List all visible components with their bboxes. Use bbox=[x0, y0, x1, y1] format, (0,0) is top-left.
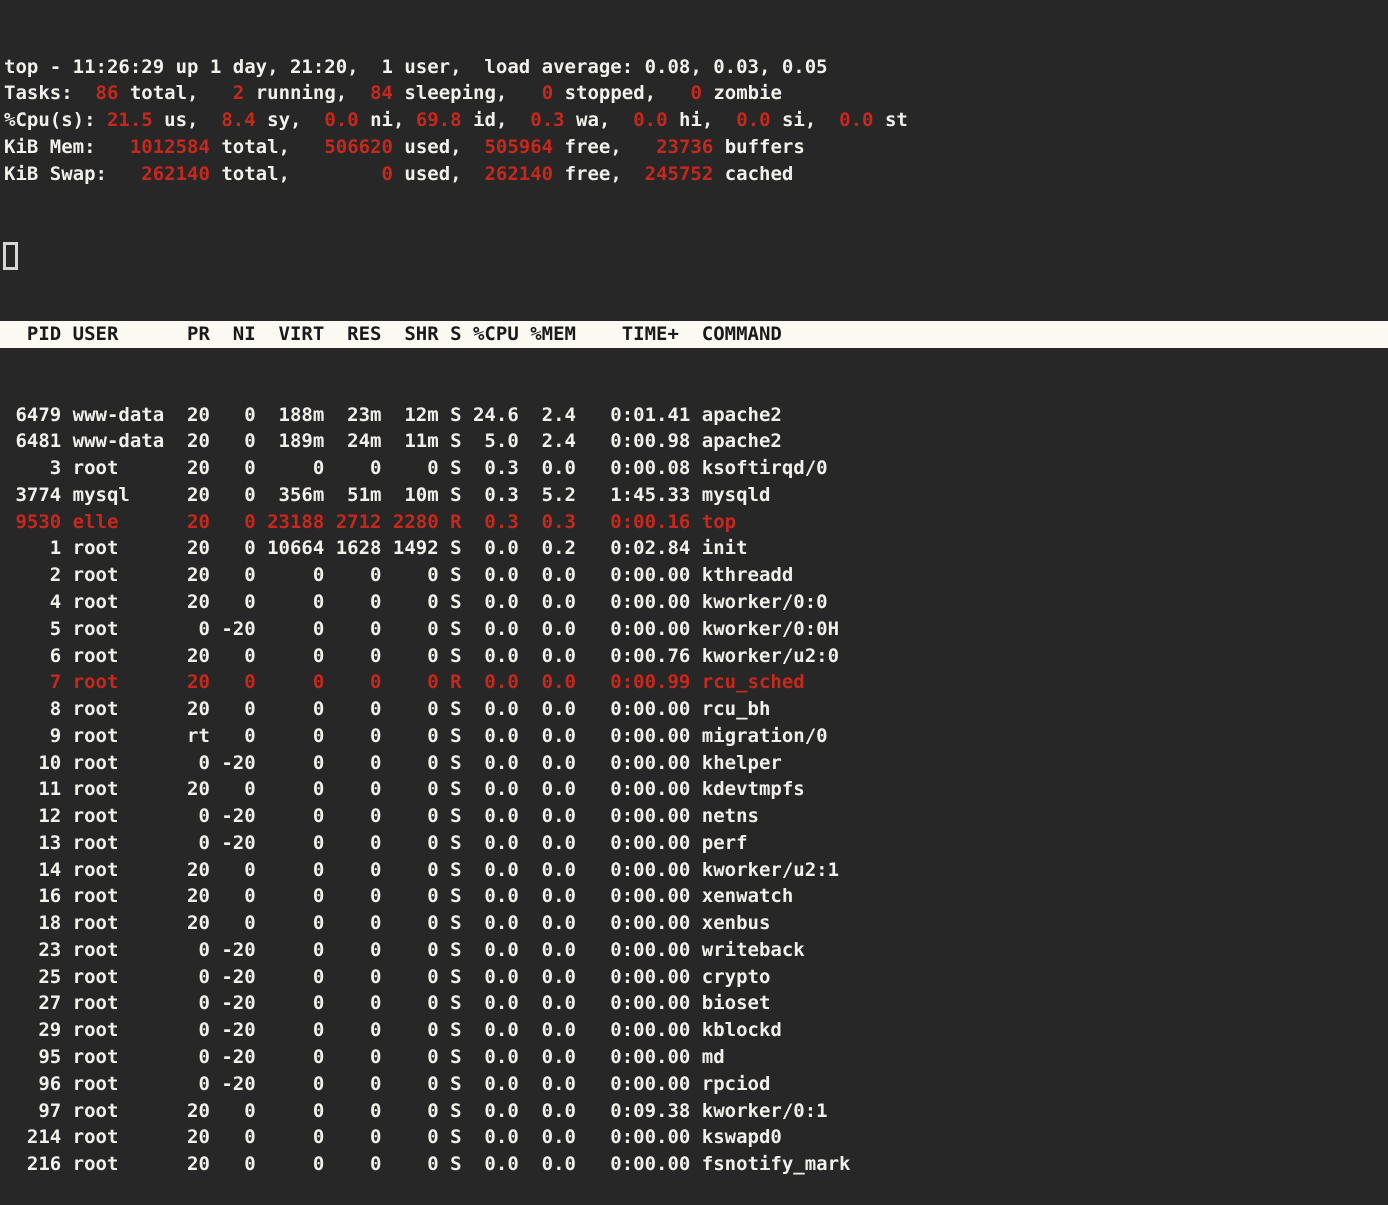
process-row-apache2: 6479 www-data 20 0 188m 23m 12m S 24.6 2… bbox=[0, 402, 1388, 429]
mem-line-segment: total, bbox=[210, 136, 324, 158]
cpu-line-segment: 8.4 bbox=[221, 109, 255, 131]
uptime-line-segment: top - 11:26:29 up 1 day, 21:20, 1 user, … bbox=[4, 56, 828, 78]
table-header-row: PID USER PR NI VIRT RES SHR S %CPU %MEM … bbox=[0, 321, 1388, 348]
cpu-line-segment: 21.5 bbox=[107, 109, 153, 131]
process-row-kthreadd: 2 root 20 0 0 0 0 S 0.0 0.0 0:00.00 kthr… bbox=[0, 562, 1388, 589]
process-row-xenbus: 18 root 20 0 0 0 0 S 0.0 0.0 0:00.00 xen… bbox=[0, 910, 1388, 937]
terminal-screen[interactable]: top - 11:26:29 up 1 day, 21:20, 1 user, … bbox=[0, 0, 1388, 964]
tasks-line-segment: zombie bbox=[702, 82, 782, 104]
cpu-line-segment: id, bbox=[462, 109, 531, 131]
cpu-line-segment: si, bbox=[771, 109, 840, 131]
process-row-fsnotify_mark: 216 root 20 0 0 0 0 S 0.0 0.0 0:00.00 fs… bbox=[0, 1151, 1388, 1178]
swap-line-segment: free, bbox=[553, 163, 645, 185]
cpu-line-segment: hi, bbox=[668, 109, 737, 131]
tasks-line-segment: 0 bbox=[690, 82, 701, 104]
tasks-line-segment: Tasks: bbox=[4, 82, 96, 104]
process-row-mysqld: 3774 mysql 20 0 356m 51m 10m S 0.3 5.2 1… bbox=[0, 482, 1388, 509]
process-row-netns: 12 root 0 -20 0 0 0 S 0.0 0.0 0:00.00 ne… bbox=[0, 803, 1388, 830]
process-row-kblockd: 29 root 0 -20 0 0 0 S 0.0 0.0 0:00.00 kb… bbox=[0, 1017, 1388, 1044]
mem-line: KiB Mem: 1012584 total, 506620 used, 505… bbox=[0, 134, 1388, 161]
process-row-xenwatch: 16 root 20 0 0 0 0 S 0.0 0.0 0:00.00 xen… bbox=[0, 883, 1388, 910]
process-row-bioset: 27 root 0 -20 0 0 0 S 0.0 0.0 0:00.00 bi… bbox=[0, 990, 1388, 1017]
swap-line-segment: total, bbox=[210, 163, 382, 185]
mem-line-segment: free, bbox=[553, 136, 656, 158]
cpu-line-segment: wa, bbox=[565, 109, 634, 131]
process-row-crypto: 25 root 0 -20 0 0 0 S 0.0 0.0 0:00.00 cr… bbox=[0, 964, 1388, 991]
cpu-line-segment: 0.0 bbox=[324, 109, 358, 131]
tasks-line-segment: total, bbox=[118, 82, 232, 104]
process-row-kswapd0: 214 root 20 0 0 0 0 S 0.0 0.0 0:00.00 ks… bbox=[0, 1124, 1388, 1151]
tasks-line: Tasks: 86 total, 2 running, 84 sleeping,… bbox=[0, 80, 1388, 107]
tasks-line-segment: 2 bbox=[233, 82, 244, 104]
cpu-line-segment: 0.0 bbox=[736, 109, 770, 131]
process-row-kworker/u2:0: 6 root 20 0 0 0 0 S 0.0 0.0 0:00.76 kwor… bbox=[0, 643, 1388, 670]
cpu-line-segment: st bbox=[874, 109, 908, 131]
mem-line-segment: used, bbox=[393, 136, 485, 158]
swap-line: KiB Swap: 262140 total, 0 used, 262140 f… bbox=[0, 161, 1388, 188]
swap-line-segment: cached bbox=[713, 163, 793, 185]
process-row-apache2: 6481 www-data 20 0 189m 24m 11m S 5.0 2.… bbox=[0, 428, 1388, 455]
mem-line-segment: 23736 bbox=[656, 136, 713, 158]
cpu-line-segment: sy, bbox=[256, 109, 325, 131]
tasks-line-segment: 86 bbox=[96, 82, 119, 104]
swap-line-segment: 262140 bbox=[484, 163, 553, 185]
mem-line-segment: 506620 bbox=[324, 136, 393, 158]
cpu-line: %Cpu(s): 21.5 us, 8.4 sy, 0.0 ni, 69.8 i… bbox=[0, 107, 1388, 134]
cpu-line-segment: 69.8 bbox=[416, 109, 462, 131]
process-row-kworker/u2:1: 14 root 20 0 0 0 0 S 0.0 0.0 0:00.00 kwo… bbox=[0, 857, 1388, 884]
process-row-ksoftirqd/0: 3 root 20 0 0 0 0 S 0.3 0.0 0:00.08 ksof… bbox=[0, 455, 1388, 482]
cursor-line bbox=[0, 241, 1388, 268]
mem-line-segment: 505964 bbox=[484, 136, 553, 158]
tasks-line-segment: stopped, bbox=[553, 82, 690, 104]
mem-line-segment: 1012584 bbox=[130, 136, 210, 158]
cpu-line-segment: ni, bbox=[359, 109, 416, 131]
tasks-line-segment: sleeping, bbox=[393, 82, 542, 104]
process-row-kworker/0:0H: 5 root 0 -20 0 0 0 S 0.0 0.0 0:00.00 kwo… bbox=[0, 616, 1388, 643]
process-row-migration/0: 9 root rt 0 0 0 0 S 0.0 0.0 0:00.00 migr… bbox=[0, 723, 1388, 750]
swap-line-segment: 245752 bbox=[645, 163, 714, 185]
swap-line-segment: 262140 bbox=[141, 163, 210, 185]
top-summary: top - 11:26:29 up 1 day, 21:20, 1 user, … bbox=[0, 54, 1388, 188]
uptime-line: top - 11:26:29 up 1 day, 21:20, 1 user, … bbox=[0, 54, 1388, 81]
process-row-rpciod: 96 root 0 -20 0 0 0 S 0.0 0.0 0:00.00 rp… bbox=[0, 1071, 1388, 1098]
cpu-line-segment: us, bbox=[153, 109, 222, 131]
process-row-khelper: 10 root 0 -20 0 0 0 S 0.0 0.0 0:00.00 kh… bbox=[0, 750, 1388, 777]
process-row-perf: 13 root 0 -20 0 0 0 S 0.0 0.0 0:00.00 pe… bbox=[0, 830, 1388, 857]
tasks-line-segment: running, bbox=[244, 82, 370, 104]
process-row-kworker/0:0: 4 root 20 0 0 0 0 S 0.0 0.0 0:00.00 kwor… bbox=[0, 589, 1388, 616]
process-row-md: 95 root 0 -20 0 0 0 S 0.0 0.0 0:00.00 md bbox=[0, 1044, 1388, 1071]
mem-line-segment: KiB Mem: bbox=[4, 136, 130, 158]
swap-line-segment: 0 bbox=[382, 163, 393, 185]
cpu-line-segment: 0.3 bbox=[530, 109, 564, 131]
process-row-kworker/0:1: 97 root 20 0 0 0 0 S 0.0 0.0 0:09.38 kwo… bbox=[0, 1098, 1388, 1125]
process-row-kdevtmpfs: 11 root 20 0 0 0 0 S 0.0 0.0 0:00.00 kde… bbox=[0, 776, 1388, 803]
tasks-line-segment: 0 bbox=[542, 82, 553, 104]
tasks-line-segment: 84 bbox=[370, 82, 393, 104]
cpu-line-segment: 0.0 bbox=[633, 109, 667, 131]
swap-line-segment: used, bbox=[393, 163, 485, 185]
process-row-rcu_sched: 7 root 20 0 0 0 0 R 0.0 0.0 0:00.99 rcu_… bbox=[0, 669, 1388, 696]
process-row-rcu_bh: 8 root 20 0 0 0 0 S 0.0 0.0 0:00.00 rcu_… bbox=[0, 696, 1388, 723]
process-row-init: 1 root 20 0 10664 1628 1492 S 0.0 0.2 0:… bbox=[0, 535, 1388, 562]
process-row-writeback: 23 root 0 -20 0 0 0 S 0.0 0.0 0:00.00 wr… bbox=[0, 937, 1388, 964]
mem-line-segment: buffers bbox=[713, 136, 805, 158]
process-row-top: 9530 elle 20 0 23188 2712 2280 R 0.3 0.3… bbox=[0, 509, 1388, 536]
cpu-line-segment: %Cpu(s): bbox=[4, 109, 107, 131]
terminal-cursor bbox=[3, 242, 18, 270]
swap-line-segment: KiB Swap: bbox=[4, 163, 141, 185]
cpu-line-segment: 0.0 bbox=[839, 109, 873, 131]
process-table: 6479 www-data 20 0 188m 23m 12m S 24.6 2… bbox=[0, 402, 1388, 1178]
